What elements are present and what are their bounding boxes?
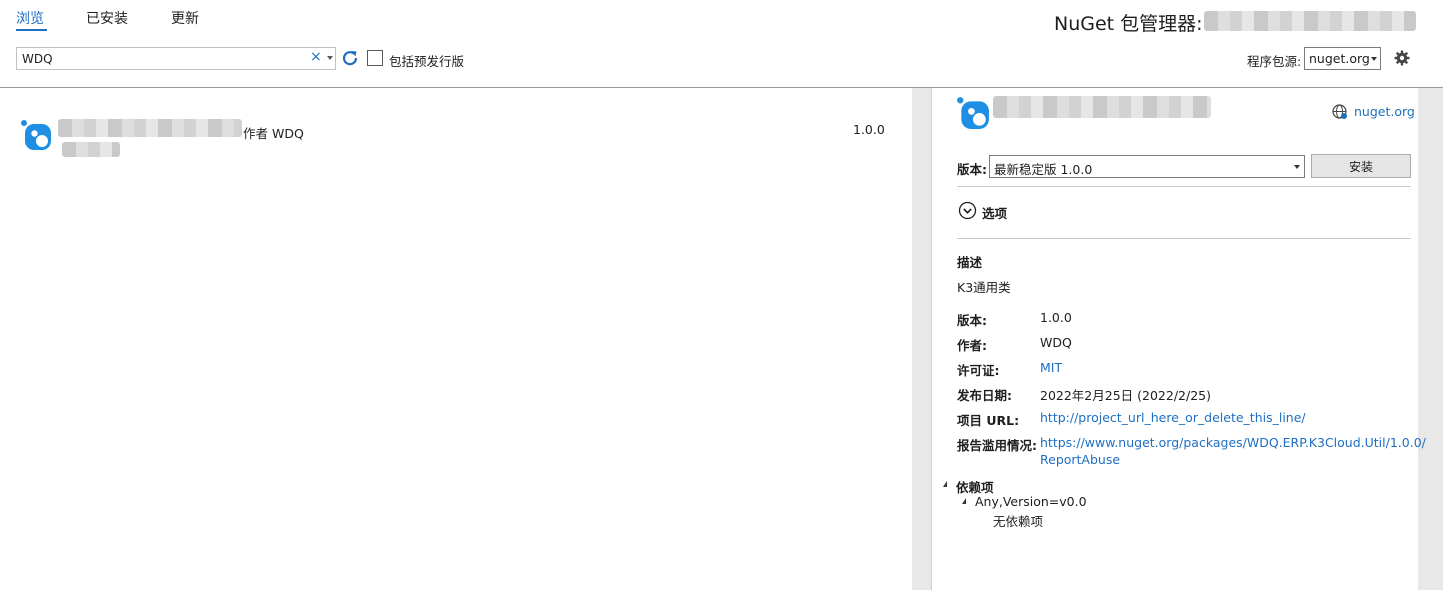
meta-project-url-key: 项目 URL:: [957, 413, 1020, 428]
clear-search-icon[interactable]: ×: [310, 49, 322, 65]
header-divider: [0, 87, 1443, 88]
package-version: 1.0.0: [853, 122, 885, 137]
dependency-framework: Any,Version=v0.0: [975, 494, 1087, 509]
chevron-down-circle-icon[interactable]: [958, 201, 977, 220]
redacted-project-name: [1204, 11, 1416, 31]
nuget-package-icon: [957, 97, 989, 129]
description-heading: 描述: [957, 255, 983, 270]
expand-triangle-icon[interactable]: [962, 498, 966, 504]
tab-installed[interactable]: 已安装: [86, 8, 128, 28]
search-box[interactable]: ×: [16, 47, 336, 70]
meta-license-key: 许可证:: [957, 363, 1000, 378]
options-toggle[interactable]: 选项: [982, 203, 1007, 222]
package-source-label: 程序包源:: [1247, 54, 1302, 69]
meta-date-key: 发布日期:: [957, 388, 1012, 403]
redacted-package-title: [993, 96, 1211, 118]
no-dependencies-text: 无依赖项: [993, 514, 1044, 529]
include-prerelease-label: 包括预发行版: [389, 54, 465, 69]
package-author: 作者 WDQ: [243, 126, 304, 141]
install-button[interactable]: 安装: [1311, 154, 1411, 178]
version-select[interactable]: 最新稳定版 1.0.0: [989, 155, 1305, 178]
package-source-select[interactable]: nuget.org: [1304, 47, 1381, 70]
redacted-package-summary: [62, 142, 120, 157]
search-history-dropdown-icon[interactable]: [327, 56, 333, 60]
package-source-value: nuget.org: [1309, 51, 1370, 66]
tab-updates[interactable]: 更新: [171, 8, 199, 28]
license-link[interactable]: MIT: [1040, 360, 1062, 375]
report-abuse-link-line2[interactable]: ReportAbuse: [1040, 452, 1120, 467]
gear-icon[interactable]: [1394, 50, 1410, 66]
meta-version-key: 版本:: [957, 313, 987, 328]
refresh-icon[interactable]: [341, 49, 359, 67]
chevron-down-icon: [1371, 57, 1377, 61]
project-url-link[interactable]: http://project_url_here_or_delete_this_l…: [1040, 410, 1306, 425]
meta-author-value: WDQ: [1040, 335, 1072, 350]
meta-date-value: 2022年2月25日 (2022/2/25): [1040, 388, 1211, 403]
meta-report-abuse-key: 报告滥用情况:: [957, 438, 1037, 453]
version-label: 版本:: [957, 162, 987, 177]
version-select-value: 最新稳定版 1.0.0: [994, 162, 1093, 177]
tab-browse[interactable]: 浏览: [16, 8, 44, 28]
nuget-org-link[interactable]: nuget.org: [1354, 104, 1415, 119]
expand-triangle-icon[interactable]: [943, 481, 947, 487]
details-scrollbar[interactable]: [1418, 88, 1443, 590]
page-title: NuGet 包管理器:: [1054, 13, 1203, 35]
details-divider: [931, 88, 932, 590]
details-divider-options: [957, 238, 1411, 239]
meta-author-key: 作者:: [957, 338, 987, 353]
globe-icon[interactable]: [1331, 103, 1348, 120]
search-input[interactable]: [22, 50, 292, 67]
redacted-package-name: [58, 119, 242, 137]
chevron-down-icon: [1294, 165, 1300, 169]
report-abuse-link[interactable]: https://www.nuget.org/packages/WDQ.ERP.K…: [1040, 435, 1426, 450]
package-list-item[interactable]: 作者 WDQ 1.0.0: [0, 107, 912, 171]
meta-version-value: 1.0.0: [1040, 310, 1072, 325]
tab-active-underline: [16, 29, 47, 31]
nuget-package-icon: [21, 120, 51, 150]
include-prerelease-checkbox[interactable]: [367, 50, 383, 66]
details-divider-top: [957, 186, 1411, 187]
list-scrollbar[interactable]: [912, 88, 931, 590]
description-text: K3通用类: [957, 280, 1011, 295]
